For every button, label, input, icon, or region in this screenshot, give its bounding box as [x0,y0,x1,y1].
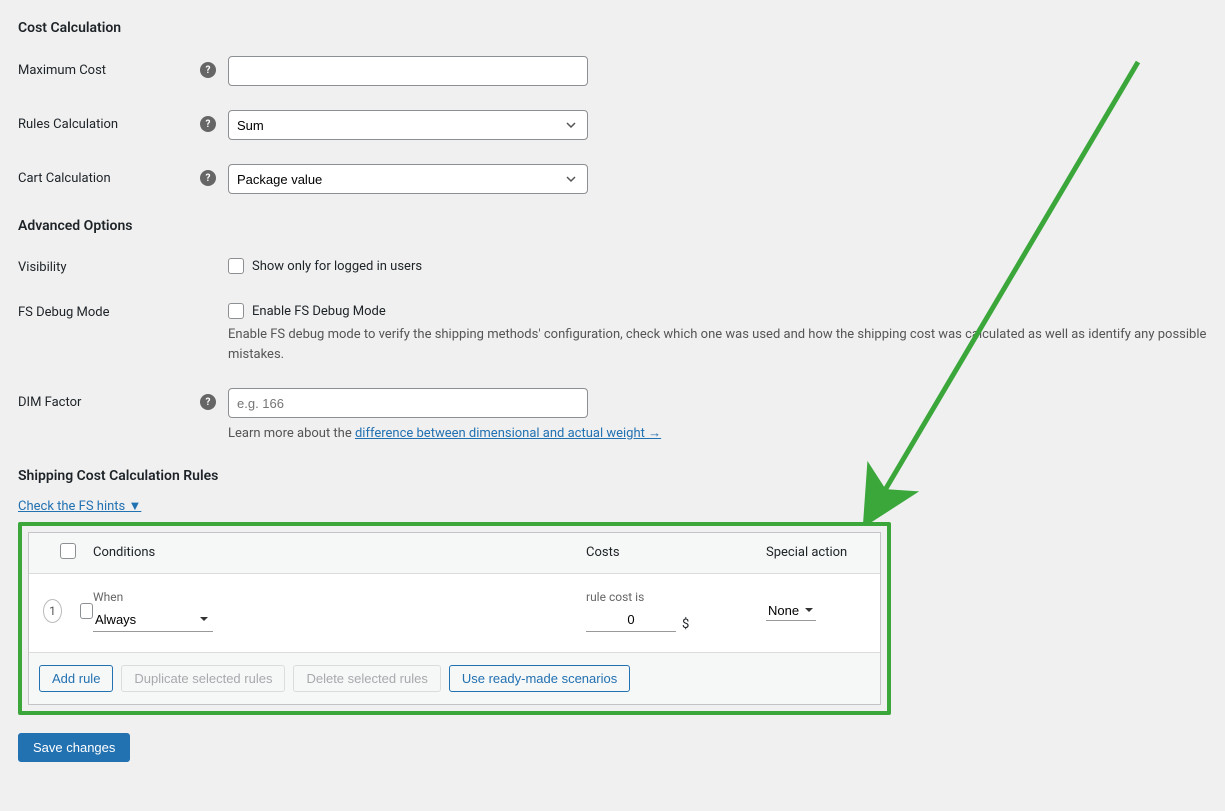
help-icon[interactable]: ? [200,62,216,78]
visibility-checkbox[interactable] [228,258,244,274]
visibility-checkbox-label: Show only for logged in users [252,259,422,274]
col-header-conditions: Conditions [93,545,586,560]
dim-help-link[interactable]: difference between dimensional and actua… [355,426,661,441]
col-header-costs: Costs [586,545,766,560]
rule-cost-label: rule cost is [586,590,766,604]
save-changes-button[interactable]: Save changes [18,733,130,762]
delete-rules-button[interactable]: Delete selected rules [293,665,440,692]
label-dim-factor: DIM Factor [18,395,200,410]
rule-row-number: 1 [43,599,62,623]
col-header-special-action: Special action [766,545,866,560]
help-icon[interactable]: ? [200,116,216,132]
rule-row-checkbox[interactable] [80,603,93,619]
duplicate-rules-button[interactable]: Duplicate selected rules [121,665,285,692]
label-fs-debug: FS Debug Mode [18,305,228,320]
fs-debug-description: Enable FS debug mode to verify the shipp… [228,325,1207,364]
check-fs-hints-link[interactable]: Check the FS hints ▼ [18,498,141,514]
section-cost-calculation: Cost Calculation [18,20,1207,36]
ready-made-scenarios-button[interactable]: Use ready-made scenarios [449,665,630,692]
label-maximum-cost: Maximum Cost [18,63,200,78]
rules-select-all-checkbox[interactable] [60,543,76,559]
fs-debug-checkbox[interactable] [228,303,244,319]
special-action-select[interactable]: None [766,601,816,621]
when-label: When [93,590,586,604]
currency-symbol: $ [682,617,689,632]
rules-calculation-select[interactable]: Sum [228,110,588,140]
help-icon[interactable]: ? [200,170,216,186]
label-cart-calculation: Cart Calculation [18,171,200,186]
label-visibility: Visibility [18,260,228,275]
cart-calculation-select[interactable]: Package value [228,164,588,194]
dim-factor-input[interactable] [228,388,588,418]
section-shipping-rules: Shipping Cost Calculation Rules [18,468,1207,484]
rule-cost-input[interactable] [586,608,676,632]
dim-help-prefix: Learn more about the [228,426,355,441]
section-advanced-options: Advanced Options [18,218,1207,234]
maximum-cost-input[interactable] [228,56,588,86]
rules-highlight-frame: Conditions Costs Special action 1 When A… [18,522,891,715]
fs-debug-checkbox-label: Enable FS Debug Mode [252,304,386,319]
condition-when-select[interactable]: Always [93,608,213,632]
help-icon[interactable]: ? [200,394,216,410]
label-rules-calculation: Rules Calculation [18,117,200,132]
add-rule-button[interactable]: Add rule [39,665,113,692]
